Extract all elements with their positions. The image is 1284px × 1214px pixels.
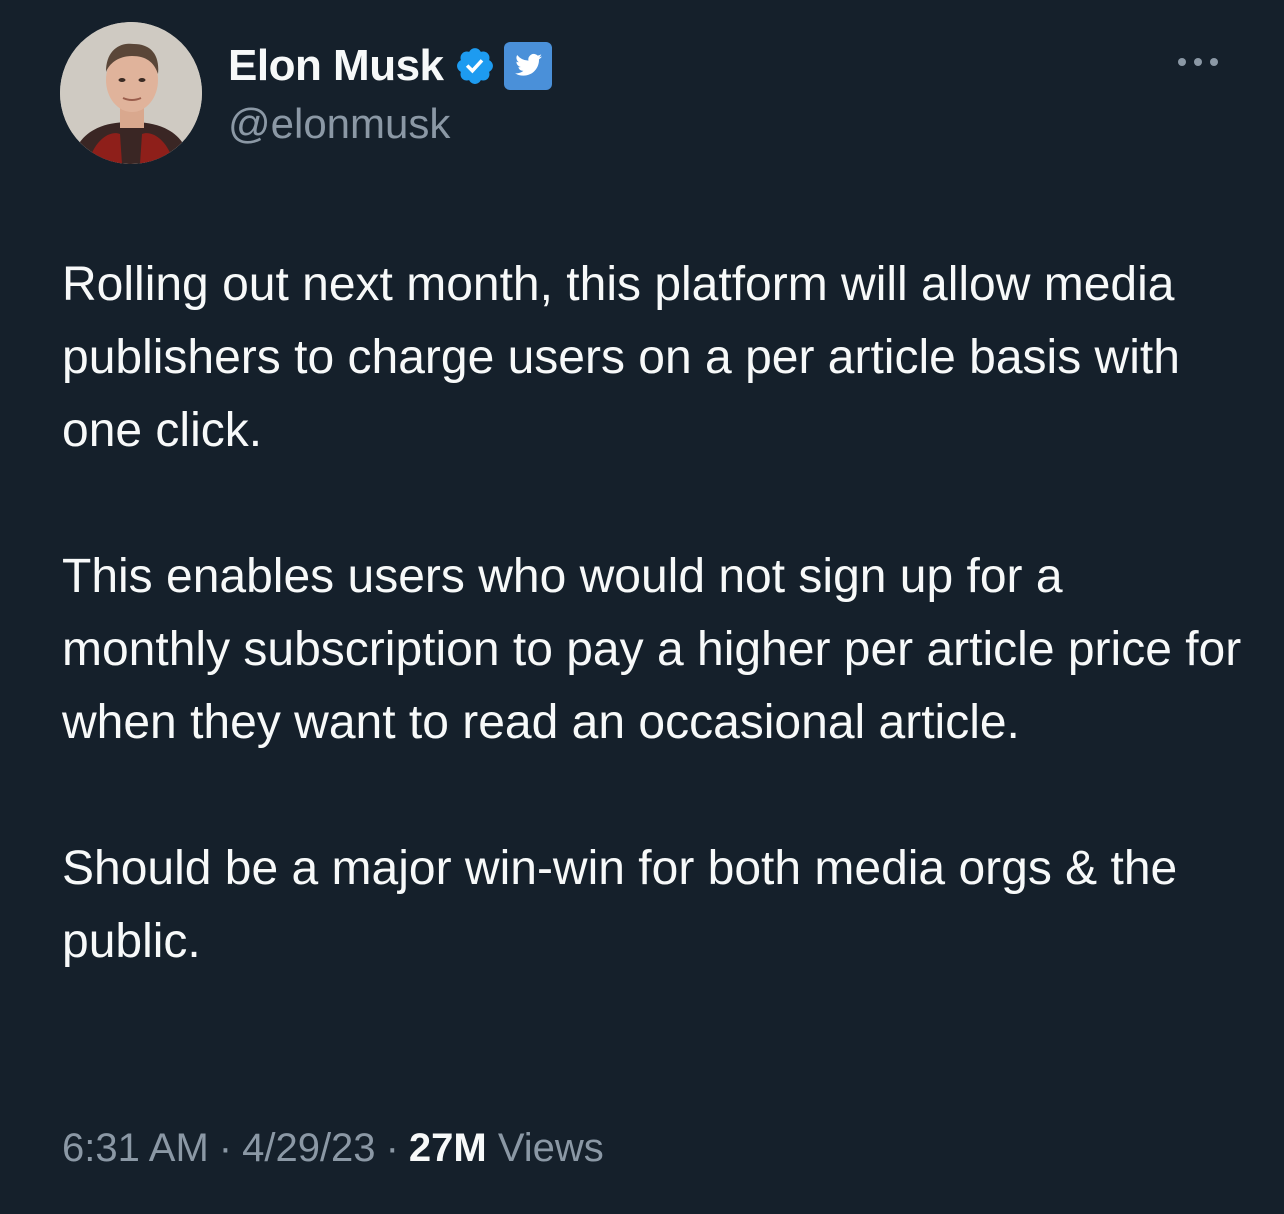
meta-separator: · bbox=[385, 1126, 399, 1170]
author-handle[interactable]: @elonmusk bbox=[228, 100, 554, 148]
display-name[interactable]: Elon Musk bbox=[228, 41, 444, 91]
views-label: Views bbox=[497, 1126, 604, 1170]
tweet-time[interactable]: 6:31 AM bbox=[62, 1126, 209, 1170]
more-options-icon[interactable] bbox=[1174, 52, 1222, 72]
tweet-text: Rolling out next month, this platform wi… bbox=[62, 248, 1242, 978]
views-count[interactable]: 27M bbox=[409, 1126, 487, 1170]
tweet-date[interactable]: 4/29/23 bbox=[242, 1126, 375, 1170]
twitter-bird-icon bbox=[502, 40, 554, 92]
avatar[interactable] bbox=[60, 22, 202, 164]
avatar-portrait-icon bbox=[60, 22, 202, 164]
tweet-card: Elon Musk @elonmusk Rolling out next mon… bbox=[0, 0, 1284, 1214]
tweet-header: Elon Musk @elonmusk bbox=[60, 22, 1230, 172]
tweet-paragraph: Rolling out next month, this platform wi… bbox=[62, 258, 1180, 457]
author-names: Elon Musk @elonmusk bbox=[228, 38, 554, 148]
meta-separator: · bbox=[218, 1126, 233, 1170]
tweet-paragraph: This enables users who would not sign up… bbox=[62, 550, 1242, 749]
tweet-paragraph: Should be a major win-win for both media… bbox=[62, 842, 1178, 968]
verified-badge-icon[interactable] bbox=[454, 45, 496, 87]
tweet-meta: 6:31 AM · 4/29/23 · 27M Views bbox=[62, 1126, 604, 1171]
name-row: Elon Musk bbox=[228, 38, 554, 94]
